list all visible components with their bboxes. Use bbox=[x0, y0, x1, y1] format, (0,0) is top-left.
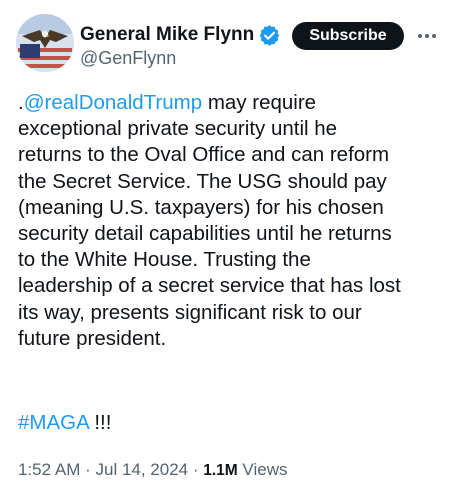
tweet-date[interactable]: Jul 14, 2024 bbox=[95, 460, 188, 479]
avatar[interactable] bbox=[16, 14, 74, 72]
tweet-text-line: may require bbox=[202, 91, 317, 114]
views-count: 1.1M bbox=[203, 462, 238, 479]
eagle-flag-avatar-icon bbox=[16, 14, 74, 72]
hashtag-line: #MAGA !!! bbox=[18, 410, 111, 436]
verified-badge-icon bbox=[259, 24, 280, 46]
tweet-text-line: (meaning U.S. taxpayers) for his chosen bbox=[18, 195, 384, 219]
tweet-text-line: returns to the Oval Office and can refor… bbox=[18, 143, 390, 167]
tweet-text-line: future president. bbox=[18, 326, 167, 350]
tweet-text-line: its way, presents significant risk to ou… bbox=[18, 300, 362, 324]
dot-icon bbox=[418, 34, 422, 38]
tweet-text-line: the Secret Service. The USG should pay bbox=[18, 169, 387, 193]
author-display-name[interactable]: General Mike Flynn bbox=[80, 24, 254, 46]
tweet-time[interactable]: 1:52 AM bbox=[18, 460, 80, 479]
author-name-row: General Mike Flynn bbox=[80, 24, 280, 46]
tweet-text-line: to the White House. Trusting the bbox=[18, 248, 311, 272]
subscribe-button[interactable]: Subscribe bbox=[292, 22, 404, 50]
tweet-card: General Mike Flynn @GenFlynn Subscribe .… bbox=[0, 0, 461, 500]
more-options-icon[interactable] bbox=[414, 26, 440, 46]
mention-link[interactable]: @realDonaldTrump bbox=[24, 91, 202, 114]
hashtag-suffix: !!! bbox=[88, 411, 112, 434]
meta-separator: · bbox=[188, 460, 204, 479]
tweet-text-line: security detail capabilities until he re… bbox=[18, 222, 392, 246]
hashtag-link[interactable]: #MAGA bbox=[18, 411, 89, 434]
author-handle[interactable]: @GenFlynn bbox=[80, 48, 176, 69]
tweet-meta: 1:52 AM · Jul 14, 2024 · 1.1M Views bbox=[18, 460, 287, 480]
dot-icon bbox=[432, 34, 436, 38]
dot-icon bbox=[425, 34, 429, 38]
views-label: Views bbox=[237, 460, 288, 479]
tweet-text: .@realDonaldTrump may require exceptional… bbox=[18, 90, 443, 352]
meta-separator: · bbox=[80, 460, 96, 479]
tweet-text-line: exceptional private security until he bbox=[18, 117, 338, 141]
tweet-text-line: leadership of a secret service that has … bbox=[18, 274, 401, 298]
